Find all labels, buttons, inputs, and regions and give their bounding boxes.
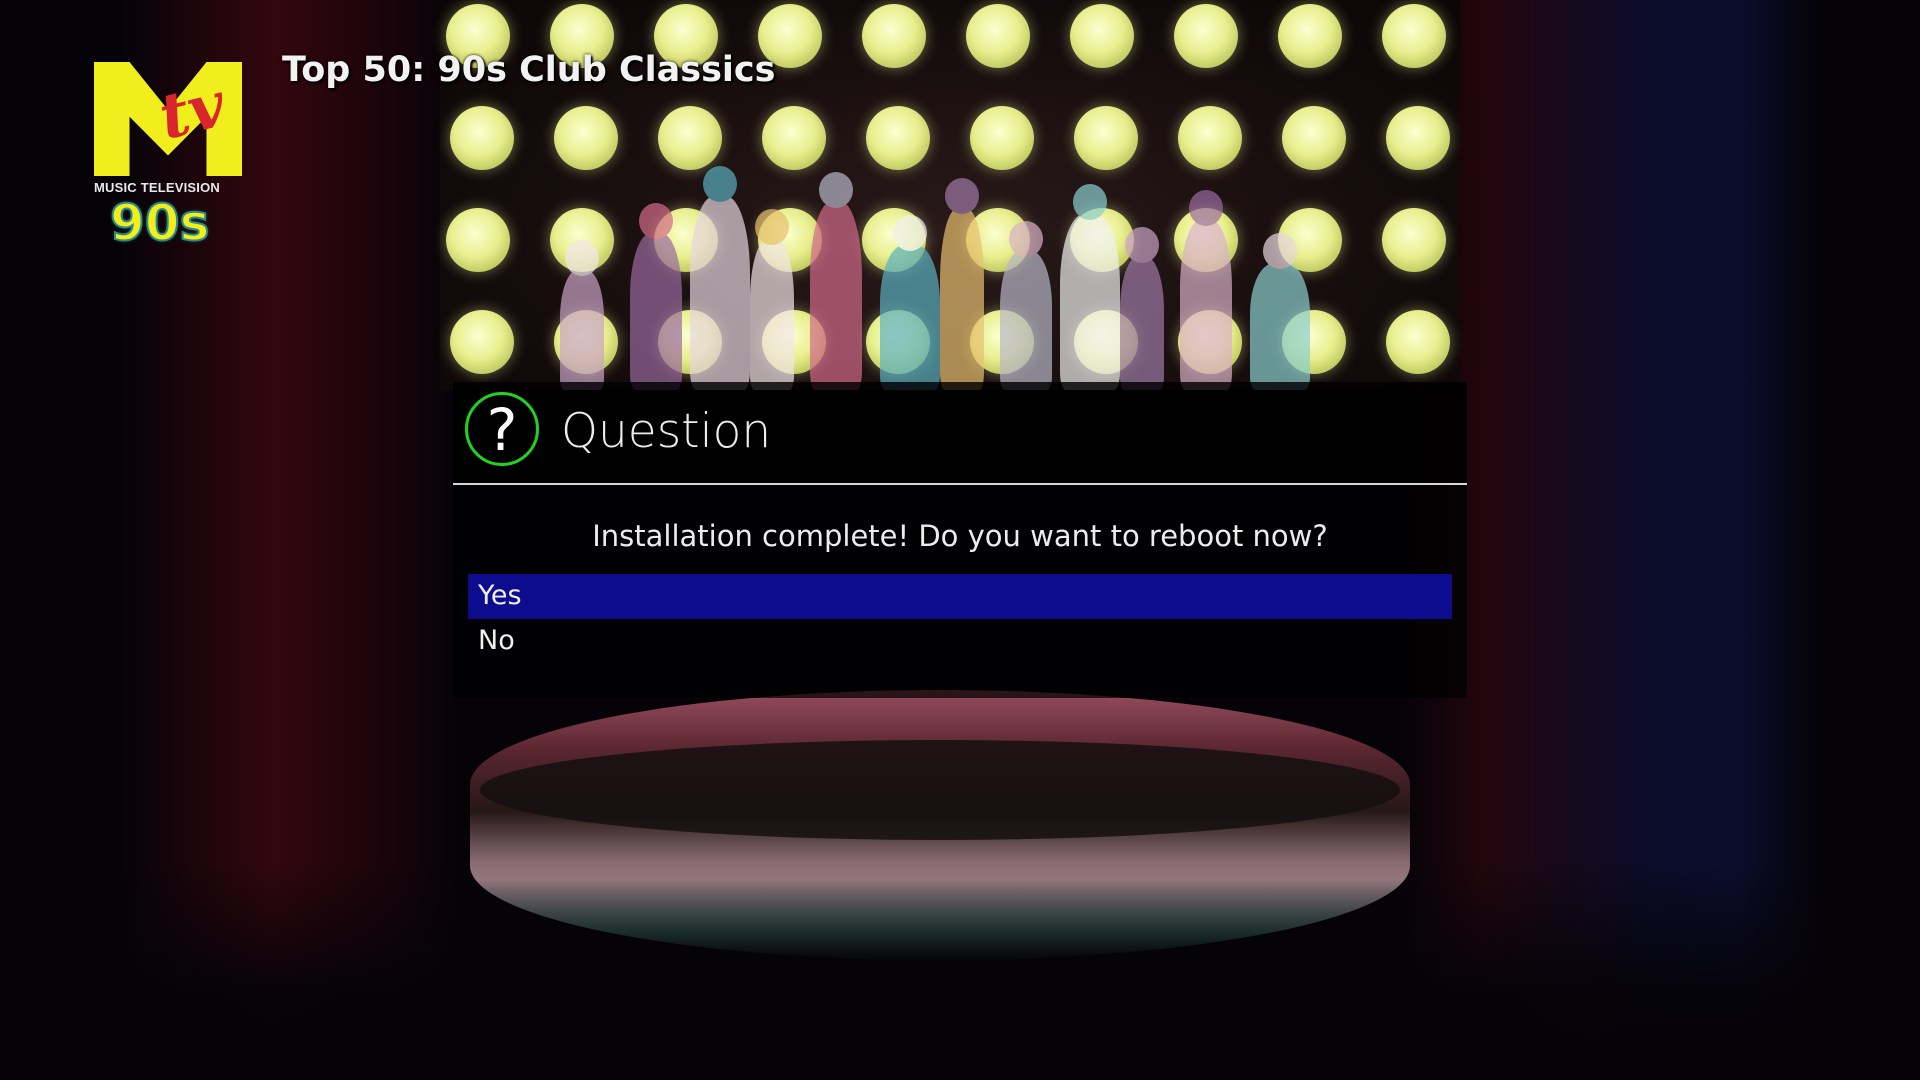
logo-subtitle: MUSIC TELEVISION <box>94 180 220 195</box>
dancer-head <box>819 172 853 208</box>
stage-floor-shadow <box>480 740 1400 840</box>
dancer-head <box>945 178 979 214</box>
dancer-figure <box>1120 227 1164 390</box>
stage-light-bulb <box>966 4 1030 68</box>
dancer-figure <box>940 178 984 390</box>
channel-logo: tv MUSIC TELEVISION 90s <box>94 62 264 257</box>
dancer-head <box>1263 233 1297 269</box>
tv-screen: tv MUSIC TELEVISION 90s Top 50: 90s Club… <box>0 0 1920 1080</box>
stage-light-bulb <box>450 106 514 170</box>
stage-light-bulb <box>446 208 510 272</box>
dancer-head <box>1009 221 1043 257</box>
dancer-figure <box>1000 221 1052 390</box>
dancers <box>560 150 1440 390</box>
dancer-head <box>1073 184 1107 220</box>
option-no[interactable]: No <box>468 619 1452 664</box>
dialog-title: Question <box>561 404 772 459</box>
dancer-figure <box>690 166 750 390</box>
dancer-figure <box>810 172 862 390</box>
stage-light-bulb <box>450 310 514 374</box>
dialog-header: ? Question <box>453 382 1467 483</box>
dancer-figure <box>630 203 682 390</box>
dancer-head <box>1125 227 1159 263</box>
stage-light-bulb <box>1174 4 1238 68</box>
dancer-head <box>703 166 737 202</box>
dialog-message: Installation complete! Do you want to re… <box>592 519 1328 553</box>
stage-light-bulb <box>1070 4 1134 68</box>
dancer-figure <box>750 209 794 390</box>
dancer-figure <box>1060 184 1120 390</box>
dancer-head <box>639 203 673 239</box>
dancer-figure <box>880 215 940 390</box>
question-dialog: ? Question Installation complete! Do you… <box>453 382 1467 698</box>
dancer-figure <box>1250 233 1310 390</box>
logo-tv-mark: tv <box>152 67 233 154</box>
stage-light-bulb <box>1278 4 1342 68</box>
question-mark-icon: ? <box>465 392 539 466</box>
logo-decade: 90s <box>109 194 210 252</box>
dancer-figure <box>560 240 604 390</box>
dancer-head <box>1189 190 1223 226</box>
dancer-head <box>755 209 789 245</box>
dialog-body: Installation complete! Do you want to re… <box>453 485 1467 698</box>
stage-light-bulb <box>862 4 926 68</box>
option-yes[interactable]: Yes <box>468 574 1452 619</box>
dancer-figure <box>1180 190 1232 390</box>
dancer-head <box>893 215 927 251</box>
floor-fade <box>0 860 1920 1080</box>
stage-light-bulb <box>1382 4 1446 68</box>
dancer-head <box>565 240 599 276</box>
program-title: Top 50: 90s Club Classics <box>282 50 776 90</box>
